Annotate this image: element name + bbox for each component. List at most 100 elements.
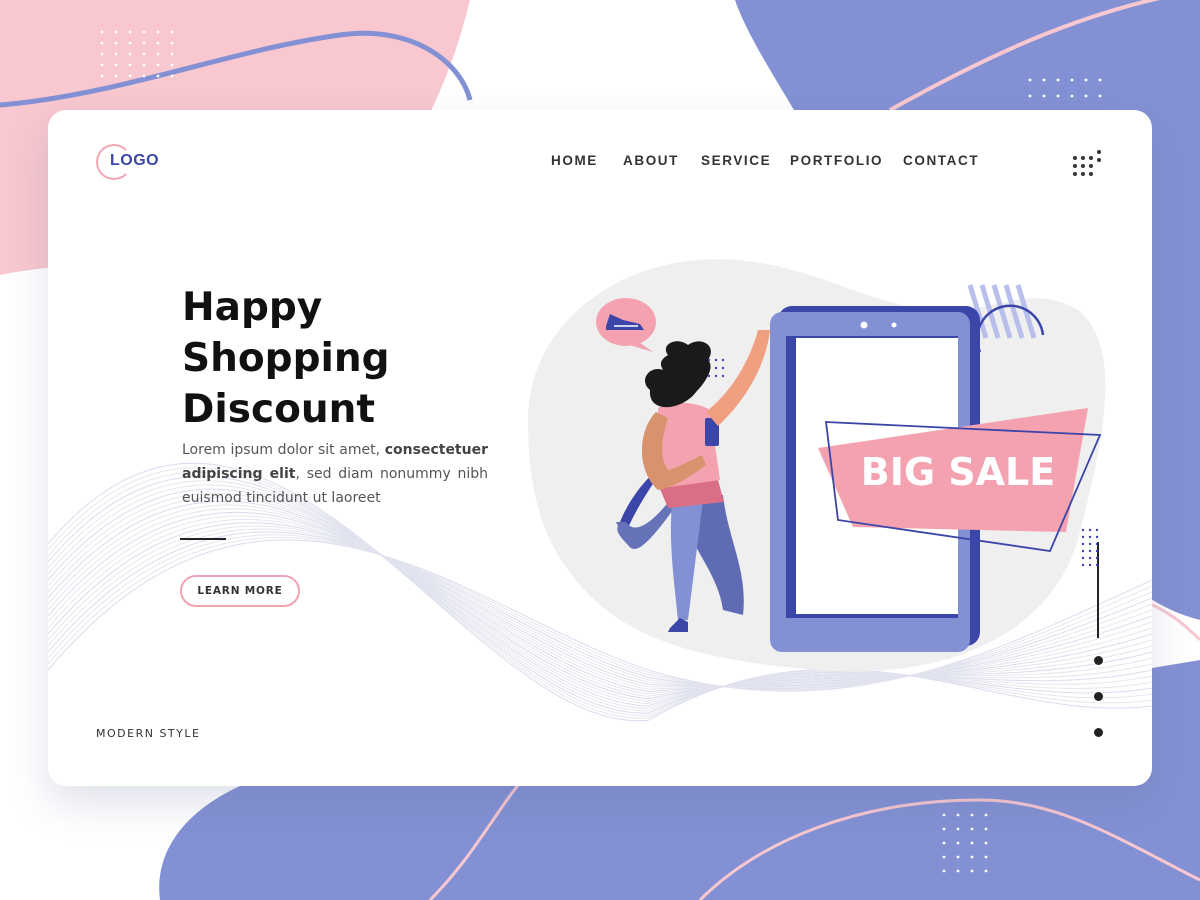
decor-dot [1088,563,1092,567]
decor-dot [1070,78,1074,82]
decor-dot [100,30,104,34]
decor-dot [1098,94,1102,98]
decor-dot [128,30,132,34]
decor-dot [984,841,988,845]
decor-dot [970,855,974,859]
decor-dot [142,52,146,56]
decor-dot [170,41,174,45]
decor-dot [128,74,132,78]
decor-dot [1095,549,1099,553]
decor-dot [156,63,160,67]
decor-dot [142,30,146,34]
decor-dot [100,74,104,78]
decor-dot [942,869,946,873]
decor-dot [142,74,146,78]
hero-title-line-3: Discount [182,387,376,432]
decor-dot [970,813,974,817]
decor-dot [170,30,174,34]
decor-dot [1088,542,1092,546]
decor-dot [1095,528,1099,532]
decor-dot [1042,94,1046,98]
landing-card: LOGO HOME ABOUT SERVICE PORTFOLIO CONTAC… [48,110,1152,786]
decor-dot [128,41,132,45]
decor-dot [114,74,118,78]
decor-dot [1081,549,1085,553]
decor-dot [100,41,104,45]
decor-dot [1095,535,1099,539]
decor-dot [170,63,174,67]
decor-dot [114,63,118,67]
decor-dot [984,855,988,859]
decor-dot [956,841,960,845]
menu-grid-icon[interactable] [1073,146,1105,176]
decor-dot [1098,78,1102,82]
nav-portfolio[interactable]: PORTFOLIO [790,153,883,168]
decor-dot [1081,528,1085,532]
nav-home[interactable]: HOME [551,153,598,168]
decor-dot [1095,542,1099,546]
decor-dot [114,52,118,56]
decor-dot [956,827,960,831]
decor-dot [984,827,988,831]
nav-contact[interactable]: CONTACT [903,153,979,168]
decor-dot [1028,78,1032,82]
pager-dot-3[interactable] [1094,728,1103,737]
decor-dot [721,358,725,362]
hero-title-line-1: Happy [182,285,323,330]
hero-title: Happy Shopping Discount [182,282,390,435]
decor-dot [721,374,725,378]
logo-text[interactable]: LOGO [110,152,159,170]
decor-dot [956,855,960,859]
decor-dot [156,74,160,78]
decor-dot [114,30,118,34]
decor-dot [714,358,718,362]
divider-bar [180,538,226,540]
paragraph-text-1: Lorem ipsum dolor sit amet, [182,442,385,458]
decor-dot [1042,78,1046,82]
learn-more-button[interactable]: LEARN MORE [180,575,300,607]
decor-dot [1088,528,1092,532]
decor-dot [970,841,974,845]
decor-dot [984,869,988,873]
nav-service[interactable]: SERVICE [701,153,771,168]
decor-dot [1056,94,1060,98]
decor-dot [1088,535,1092,539]
sale-text: BIG SALE [861,450,1055,494]
decor-dot [1081,556,1085,560]
decor-dot [942,813,946,817]
decor-dot [956,813,960,817]
decor-dot [114,41,118,45]
decor-dot [1084,94,1088,98]
modern-style-label: MODERN STYLE [96,727,201,740]
decor-dot [1084,78,1088,82]
decor-dot [142,63,146,67]
shopping-illustration: BIG SALE [528,259,1106,672]
decor-dot [128,52,132,56]
decor-dot [142,41,146,45]
decor-dot [1095,563,1099,567]
hero-paragraph: Lorem ipsum dolor sit amet, consectetuer… [182,438,488,510]
decor-dot [721,366,725,370]
decor-dot [714,366,718,370]
decor-dot [942,841,946,845]
decor-dot [970,827,974,831]
decor-dot [942,855,946,859]
decor-dot [1081,563,1085,567]
decor-dot [156,41,160,45]
decor-dot [1088,549,1092,553]
decor-dot [170,52,174,56]
decor-dot [1028,94,1032,98]
decor-dot [128,63,132,67]
decor-dot [1081,542,1085,546]
nav-about[interactable]: ABOUT [623,153,679,168]
decor-dot [100,63,104,67]
decor-dot [1095,556,1099,560]
decor-dot [942,827,946,831]
decor-dot [100,52,104,56]
decor-dot [156,52,160,56]
decor-dot [170,74,174,78]
decor-dot [1070,94,1074,98]
decor-dot [714,374,718,378]
hero-title-line-2: Shopping [182,336,390,381]
decor-dot [1056,78,1060,82]
